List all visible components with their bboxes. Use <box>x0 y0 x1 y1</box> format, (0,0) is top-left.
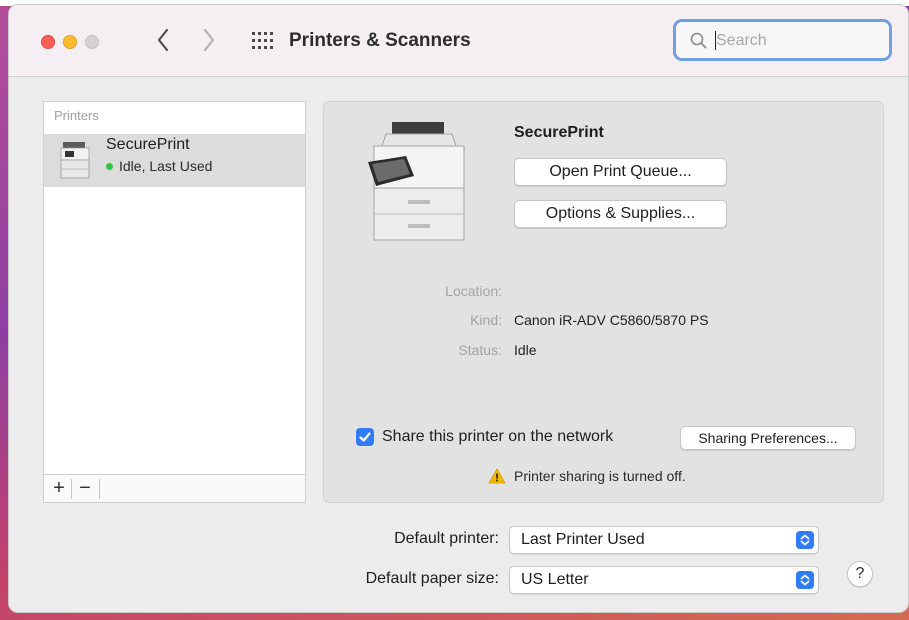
share-printer-checkbox[interactable] <box>356 428 374 446</box>
search-placeholder: Search <box>716 32 767 49</box>
sharing-preferences-button[interactable]: Sharing Preferences... <box>680 426 856 450</box>
printer-name: SecurePrint <box>106 136 190 153</box>
search-icon <box>690 32 707 49</box>
forward-button[interactable] <box>202 27 216 58</box>
printers-list: Printers SecurePrint Idle, Last Used + − <box>43 101 306 503</box>
printer-list-item[interactable]: SecurePrint Idle, Last Used <box>44 134 305 187</box>
status-label: Status: <box>458 342 502 358</box>
chevron-right-icon <box>203 28 215 52</box>
printer-status-text: Idle, Last Used <box>119 158 213 174</box>
default-paper-size-value: US Letter <box>521 571 589 588</box>
printer-status: Idle, Last Used <box>106 158 212 174</box>
zoom-window-button[interactable] <box>85 35 99 49</box>
open-print-queue-button[interactable]: Open Print Queue... <box>514 158 727 186</box>
kind-label: Kind: <box>470 312 502 328</box>
status-dot-icon <box>106 163 113 170</box>
close-window-button[interactable] <box>41 35 55 49</box>
grid-icon[interactable] <box>252 32 274 50</box>
window-title: Printers & Scanners <box>289 30 471 51</box>
default-paper-size-label: Default paper size: <box>365 570 499 587</box>
printer-icon <box>368 122 465 241</box>
add-printer-button[interactable]: + <box>48 477 70 499</box>
chevron-up-down-icon <box>796 531 814 549</box>
printers-list-header: Printers <box>54 108 99 123</box>
kind-value: Canon iR-ADV C5860/5870 PS <box>514 312 709 328</box>
printer-title: SecurePrint <box>514 124 604 141</box>
sharing-warning-text: Printer sharing is turned off. <box>514 468 686 484</box>
default-printer-label: Default printer: <box>394 530 499 547</box>
back-button[interactable] <box>156 27 170 58</box>
help-button[interactable]: ? <box>847 561 873 587</box>
location-label: Location: <box>445 283 502 299</box>
remove-printer-button[interactable]: − <box>74 477 96 499</box>
share-printer-label: Share this printer on the network <box>382 428 614 445</box>
divider <box>71 479 72 499</box>
checkmark-icon <box>359 432 371 442</box>
divider <box>99 479 100 499</box>
minimize-window-button[interactable] <box>63 35 77 49</box>
printer-detail-panel: SecurePrint Open Print Queue... Options … <box>323 101 884 503</box>
status-value: Idle <box>514 342 537 358</box>
list-toolbar: + − <box>44 474 305 502</box>
title-bar: Printers & Scanners Search <box>9 5 908 77</box>
search-field[interactable]: Search <box>673 19 892 61</box>
default-printer-value: Last Printer Used <box>521 531 645 548</box>
printers-scanners-window: Printers & Scanners Search Printers Secu… <box>8 4 909 613</box>
chevron-up-down-icon <box>796 571 814 589</box>
options-supplies-button[interactable]: Options & Supplies... <box>514 200 727 228</box>
chevron-left-icon <box>157 28 169 52</box>
default-paper-size-select[interactable]: US Letter <box>509 566 819 594</box>
printer-icon <box>60 142 90 179</box>
warning-icon <box>488 468 506 484</box>
default-printer-select[interactable]: Last Printer Used <box>509 526 819 554</box>
